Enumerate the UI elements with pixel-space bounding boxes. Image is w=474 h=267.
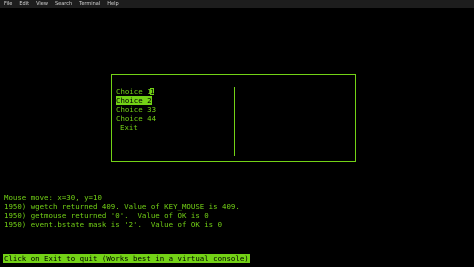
menu-item-suffix: 4 (151, 114, 157, 123)
menu-file[interactable]: File (4, 1, 12, 7)
menu-window-divider (234, 87, 235, 156)
menu-item-label: Choice 1 (116, 87, 152, 96)
menu-item-choice-4[interactable]: Choice 44 (116, 115, 156, 122)
terminal-menubar: File Edit View Search Terminal Help (0, 0, 474, 8)
menu-item-exit[interactable]: Exit (120, 124, 138, 131)
menu-item-suffix: 3 (151, 105, 157, 114)
log-line: Mouse move: x=30, y=10 (4, 193, 102, 202)
menu-item-label: Choice 3 (116, 105, 152, 114)
menu-item-choice-2[interactable]: Choice 2 (116, 96, 152, 105)
menu-search[interactable]: Search (55, 1, 72, 7)
menu-view[interactable]: View (36, 1, 48, 7)
text-cursor: 1 (150, 87, 155, 96)
log-line: 1950) wgetch returned 409. Value of KEY_… (4, 202, 240, 211)
log-line: 1950) event.bstate mask is '2'. Value of… (4, 220, 223, 229)
menu-help[interactable]: Help (107, 1, 118, 7)
terminal-screen[interactable]: Choice 1 Choice 2 Choice 33 Choice 44 Ex… (0, 8, 474, 267)
menu-edit[interactable]: Edit (19, 1, 29, 7)
menu-item-label: Exit (120, 123, 138, 132)
menu-item-choice-1[interactable]: Choice 1 (116, 88, 152, 95)
menu-terminal[interactable]: Terminal (79, 1, 100, 7)
menu-item-choice-3[interactable]: Choice 33 (116, 106, 156, 113)
log-line: 1950) getmouse returned '0'. Value of OK… (4, 211, 209, 220)
menu-item-label: Choice 4 (116, 114, 152, 123)
status-bar: Click on Exit to quit (Works best in a v… (3, 254, 250, 263)
menu-item-label-selected: Choice 2 (116, 96, 152, 105)
